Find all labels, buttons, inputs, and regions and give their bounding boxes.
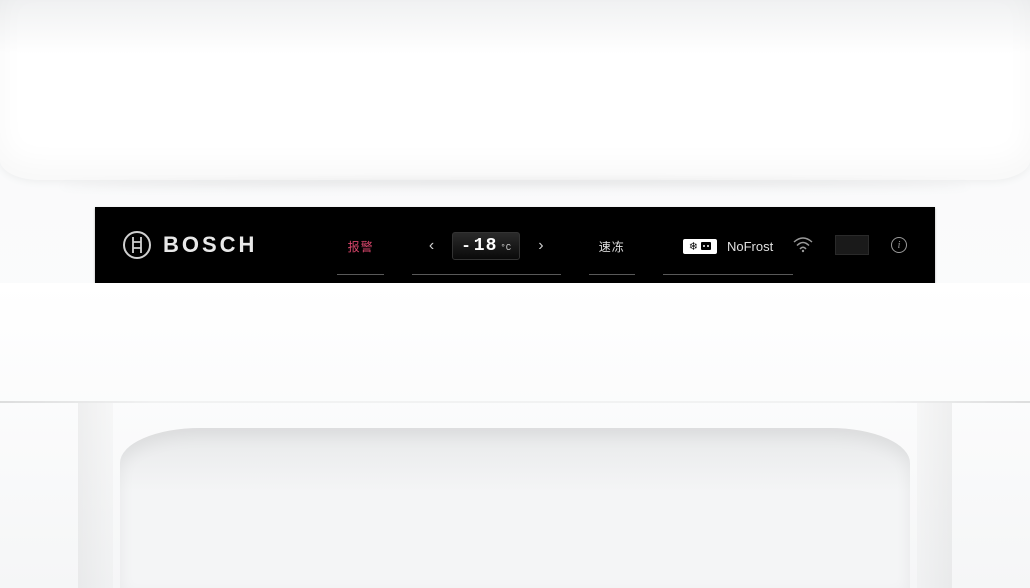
drawer-handle-recess[interactable] — [120, 428, 910, 588]
appliance-lower-body — [0, 283, 1030, 588]
snowflake-icon: ❄ — [689, 240, 698, 253]
left-rail — [78, 403, 113, 588]
temp-unit: °C — [500, 243, 511, 253]
temp-increase-button[interactable]: › — [530, 233, 551, 259]
seam-line — [0, 401, 1030, 403]
nofrost-label: NoFrost — [727, 239, 773, 254]
right-rail — [917, 403, 952, 588]
snowflake-badge: ❄ — [683, 239, 717, 254]
superfreeze-label: 速冻 — [599, 238, 625, 255]
temp-value: 18 — [474, 236, 498, 256]
bosch-armature-icon — [123, 231, 151, 259]
info-button[interactable]: i — [891, 237, 907, 253]
temperature-control: ‹ - 18 °C › — [412, 215, 561, 275]
section-underline — [663, 274, 793, 275]
temp-sign: - — [461, 237, 471, 255]
nofrost-indicator: ❄ NoFrost — [663, 215, 793, 275]
section-underline — [337, 274, 383, 275]
alarm-button[interactable]: 报警 — [337, 215, 383, 275]
temperature-display: - 18 °C — [452, 232, 520, 260]
appliance-upper-lid — [0, 0, 1030, 180]
control-panel: BOSCH 报警 ‹ - 18 °C › 速冻 ❄ — [95, 207, 935, 283]
status-indicator — [835, 235, 869, 255]
temp-decrease-button[interactable]: ‹ — [421, 233, 442, 259]
right-icon-group: i — [793, 235, 907, 255]
wifi-icon[interactable] — [793, 237, 813, 253]
section-underline — [589, 274, 635, 275]
superfreeze-button[interactable]: 速冻 — [589, 215, 635, 275]
section-underline — [412, 274, 561, 275]
brand-text: BOSCH — [163, 232, 257, 258]
brand-logo: BOSCH — [123, 231, 257, 259]
alarm-label: 报警 — [348, 238, 374, 255]
